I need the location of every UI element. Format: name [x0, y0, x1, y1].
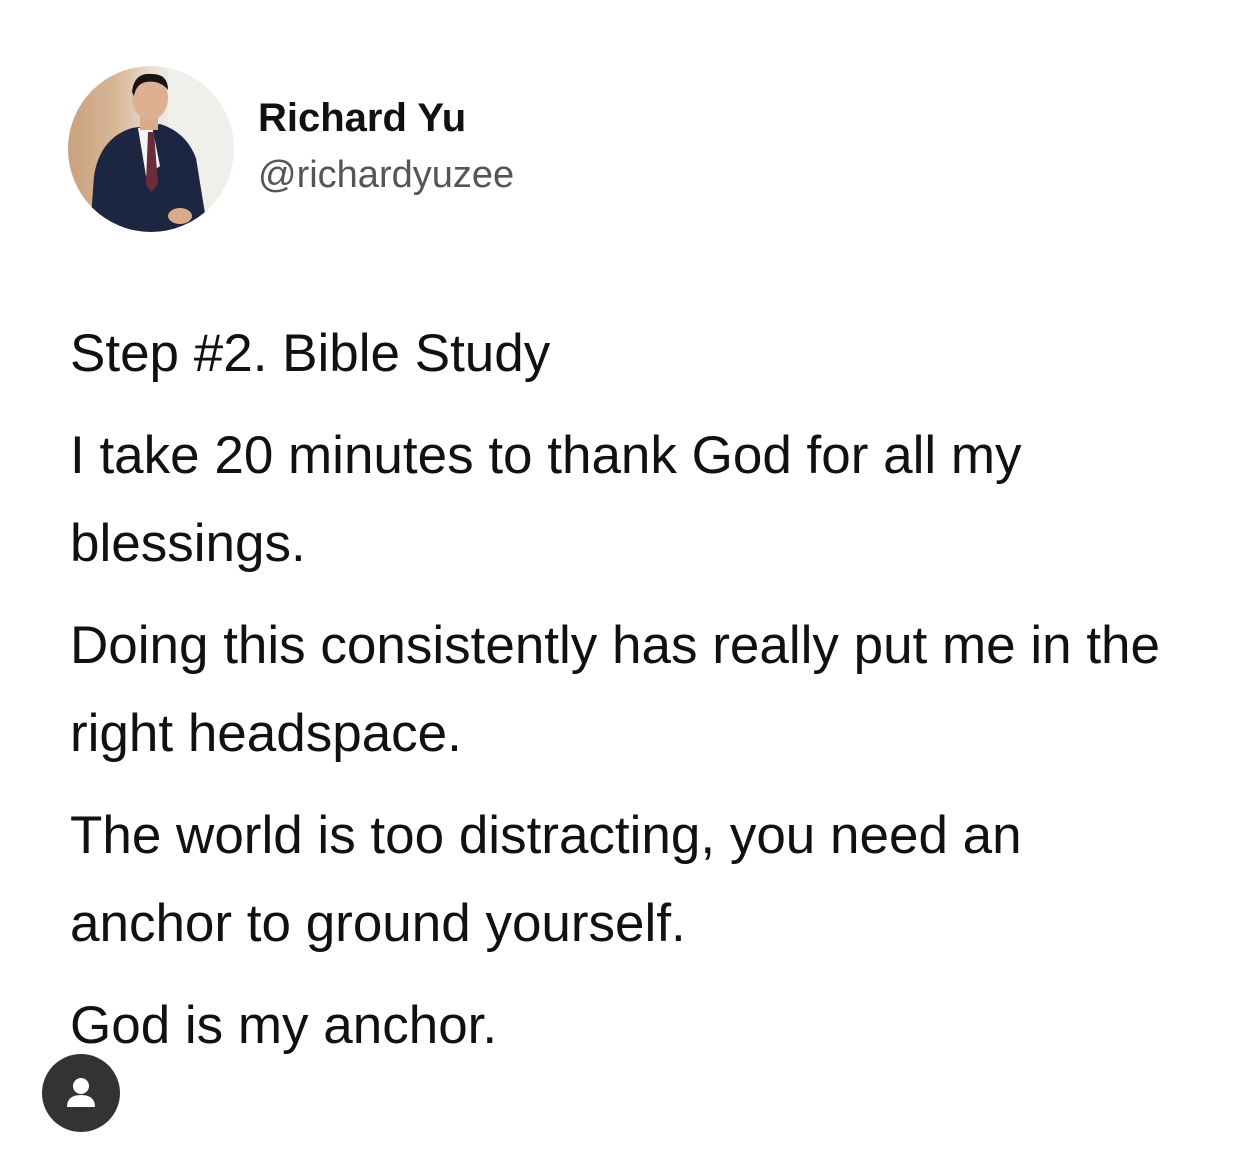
author-info: Richard Yu @richardyuzee	[258, 94, 514, 198]
profile-photo-icon	[90, 66, 234, 232]
user-icon	[67, 1078, 95, 1107]
user-badge-button[interactable]	[42, 1054, 120, 1132]
tweet-header: Richard Yu @richardyuzee	[68, 66, 514, 232]
tweet-paragraph: The world is too distracting, you need a…	[70, 806, 1022, 953]
author-handle[interactable]: @richardyuzee	[258, 152, 514, 198]
tweet-paragraph: I take 20 minutes to thank God for all m…	[70, 426, 1022, 573]
tweet-text: Step #2. Bible Study I take 20 minutes t…	[70, 310, 1190, 1084]
tweet-paragraph: God is my anchor.	[70, 996, 498, 1055]
tweet-paragraph: Doing this consistently has really put m…	[70, 616, 1160, 763]
author-display-name[interactable]: Richard Yu	[258, 94, 514, 142]
tweet-paragraph: Step #2. Bible Study	[70, 324, 551, 383]
avatar[interactable]	[68, 66, 234, 232]
